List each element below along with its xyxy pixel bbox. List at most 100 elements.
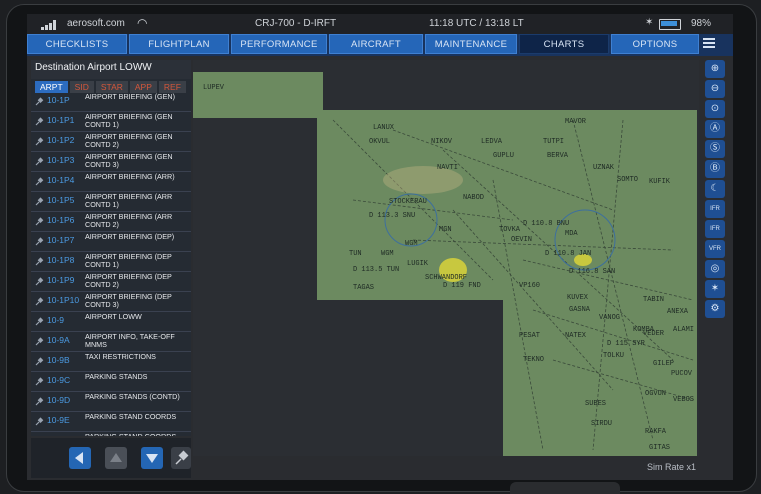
- map-waypoint-label: PUCOV: [671, 370, 693, 378]
- map-waypoint-label: NABOD: [463, 194, 485, 202]
- chart-list-item[interactable]: 10-1P AIRPORT BRIEFING (GEN): [31, 92, 191, 112]
- chart-title: AIRPORT BRIEFING (GEN CONTD 1): [85, 112, 173, 129]
- pin-icon[interactable]: [35, 357, 44, 366]
- pin-icon[interactable]: [35, 137, 44, 146]
- chart-code: 10-1P9: [47, 275, 75, 285]
- chart-title: AIRPORT LOWW: [85, 312, 142, 321]
- pin-icon[interactable]: [35, 397, 44, 406]
- map-waypoint-label: LANUX: [373, 124, 395, 132]
- map-waypoint-label: D 113.3 SNU: [369, 212, 416, 220]
- pin-icon[interactable]: [35, 197, 44, 206]
- tab-aircraft[interactable]: AIRCRAFT: [329, 34, 423, 54]
- chart-list-item[interactable]: 10-1P8 AIRPORT BRIEFING (DEP CONTD 1): [31, 252, 191, 272]
- map-waypoint-label: KUVEX: [567, 294, 589, 302]
- b-button[interactable]: Ⓑ: [705, 160, 725, 178]
- map-waypoint-label: TAGAS: [353, 284, 375, 292]
- tab-flightplan[interactable]: FLIGHTPLAN: [129, 34, 229, 54]
- map-waypoint-label: TABIN: [643, 296, 665, 304]
- map-waypoint-label: VEBOS: [673, 396, 695, 404]
- satellite-button[interactable]: ✶: [705, 280, 725, 298]
- globe-button[interactable]: ◎: [705, 260, 725, 278]
- tab-charts[interactable]: CHARTS: [519, 34, 609, 54]
- pin-icon[interactable]: [35, 217, 44, 226]
- chart-list-item[interactable]: 10-1P7 AIRPORT BRIEFING (DEP): [31, 232, 191, 252]
- zoom-out-button[interactable]: ⊖: [705, 80, 725, 98]
- b-icon: Ⓑ: [710, 163, 720, 174]
- chart-list-item[interactable]: 10-1P5 AIRPORT BRIEFING (ARR CONTD 1): [31, 192, 191, 212]
- chart-list-item[interactable]: 10-9A AIRPORT INFO, TAKE-OFF MNMS: [31, 332, 191, 352]
- pin-icon[interactable]: [35, 117, 44, 126]
- chart-list-item[interactable]: 10-1P2 AIRPORT BRIEFING (GEN CONTD 2): [31, 132, 191, 152]
- s-button[interactable]: Ⓢ: [705, 140, 725, 158]
- chart-list-item[interactable]: 10-1P1 AIRPORT BRIEFING (GEN CONTD 1): [31, 112, 191, 132]
- chart-code: 10-9B: [47, 355, 70, 365]
- chart-list-item[interactable]: 10-9D PARKING STANDS (CONTD): [31, 392, 191, 412]
- zoom-fit-button[interactable]: ⊙: [705, 100, 725, 118]
- up-button[interactable]: [105, 447, 127, 469]
- chart-title: AIRPORT BRIEFING (ARR CONTD 1): [85, 192, 173, 209]
- arrow-down-icon: [146, 454, 158, 463]
- map-waypoint-label: SIRDU: [591, 420, 613, 428]
- ifr-low-button[interactable]: IFR: [705, 220, 725, 238]
- brand-label: aerosoft.com: [67, 18, 125, 29]
- tab-maintenance[interactable]: MAINTENANCE: [425, 34, 517, 54]
- pin-icon[interactable]: [35, 157, 44, 166]
- chart-code: 10-1P10: [47, 295, 80, 305]
- status-bar: aerosoft.com ◠ CRJ-700 - D-IRFT 11:18 UT…: [27, 14, 733, 34]
- pin-icon[interactable]: [35, 337, 44, 346]
- map-waypoint-label: VP160: [519, 282, 541, 290]
- chart-list-item[interactable]: 10-9 AIRPORT LOWW: [31, 312, 191, 332]
- pin-icon[interactable]: [35, 97, 44, 106]
- map-waypoint-label: ALAMI: [673, 326, 695, 334]
- map-waypoint-label: ANEXA: [667, 308, 689, 316]
- map-waypoint-label: MDA: [565, 230, 578, 238]
- chart-list-item[interactable]: 10-9B TAXI RESTRICTIONS: [31, 352, 191, 372]
- pin-icon[interactable]: [35, 377, 44, 386]
- map-waypoint-label: GASNA: [569, 306, 591, 314]
- chart-list-item[interactable]: 10-1P4 AIRPORT BRIEFING (ARR): [31, 172, 191, 192]
- map-waypoint-label: D 119 FND: [443, 282, 481, 290]
- chart-list-item[interactable]: 10-9F PARKING STAND COORDS (CONTD): [31, 432, 191, 437]
- down-button[interactable]: [141, 447, 163, 469]
- pin-icon[interactable]: [35, 317, 44, 326]
- map-waypoint-label: GITAS: [649, 444, 671, 452]
- pin-icon[interactable]: [35, 237, 44, 246]
- gear-button[interactable]: ⚙: [705, 300, 725, 318]
- pin-button[interactable]: [171, 447, 191, 469]
- tab-performance[interactable]: PERFORMANCE: [231, 34, 327, 54]
- map-waypoint-label: GILEP: [653, 360, 675, 368]
- hamburger-menu-icon[interactable]: [703, 38, 715, 50]
- chart-list-item[interactable]: 10-1P10 AIRPORT BRIEFING (DEP CONTD 3): [31, 292, 191, 312]
- zoom-in-button[interactable]: ⊕: [705, 60, 725, 78]
- pin-icon[interactable]: [35, 297, 44, 306]
- pin-icon[interactable]: [35, 257, 44, 266]
- chart-title: AIRPORT BRIEFING (DEP CONTD 3): [85, 292, 172, 309]
- chart-list-item[interactable]: 10-9C PARKING STANDS: [31, 372, 191, 392]
- chart-list-item[interactable]: 10-1P9 AIRPORT BRIEFING (DEP CONTD 2): [31, 272, 191, 292]
- chart-list-item[interactable]: 10-1P3 AIRPORT BRIEFING (GEN CONTD 3): [31, 152, 191, 172]
- map-waypoint-label: D 116.8 SAN: [569, 268, 616, 276]
- pin-icon[interactable]: [35, 277, 44, 286]
- previous-button[interactable]: [69, 447, 91, 469]
- tab-checklists[interactable]: CHECKLISTS: [27, 34, 127, 54]
- chart-code: 10-9D: [47, 395, 71, 405]
- ifr-low-icon: IFR: [710, 226, 720, 232]
- moon-button[interactable]: ☾: [705, 180, 725, 198]
- sim-rate-label: Sim Rate x1: [647, 462, 697, 472]
- pin-icon[interactable]: [35, 177, 44, 186]
- map-overlay: [332, 119, 694, 451]
- vfr-button[interactable]: VFR: [705, 240, 725, 258]
- map-waypoint-label: BERVA: [547, 152, 569, 160]
- a-button[interactable]: Ⓐ: [705, 120, 725, 138]
- map-waypoint-label: NIKOV: [431, 138, 453, 146]
- tab-options[interactable]: OPTIONS: [611, 34, 699, 54]
- chart-viewer[interactable]: LUPEV LANUX MAVOR OKVUL NIKOV LEDVA TUTPI GUPLU…: [193, 60, 699, 456]
- map-waypoint-label: UZNAK: [593, 164, 615, 172]
- chart-list-item[interactable]: 10-1P6 AIRPORT BRIEFING (ARR CONTD 2): [31, 212, 191, 232]
- chart-list-footer: [31, 438, 191, 478]
- pin-icon[interactable]: [35, 417, 44, 426]
- time-label: 11:18 UTC / 13:18 LT: [429, 18, 524, 29]
- tablet-stand: [510, 482, 620, 494]
- chart-list-item[interactable]: 10-9E PARKING STAND COORDS: [31, 412, 191, 432]
- ifr-high-button[interactable]: IFR: [705, 200, 725, 218]
